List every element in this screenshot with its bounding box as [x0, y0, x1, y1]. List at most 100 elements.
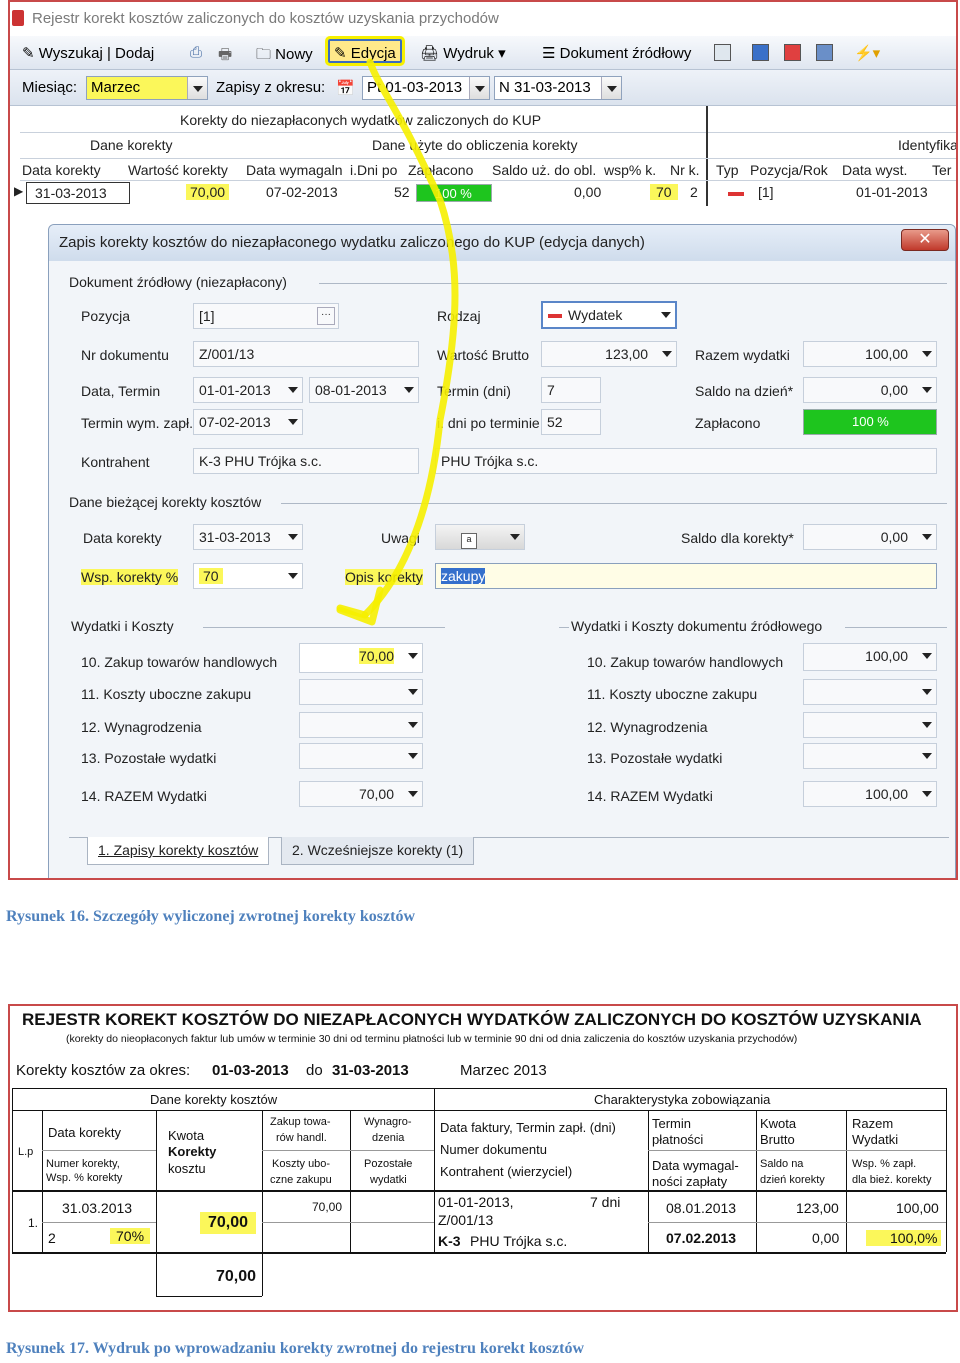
- chevron-down-icon[interactable]: [922, 351, 932, 362]
- termin-wym-field[interactable]: 07-02-2013: [193, 409, 303, 435]
- chevron-down-icon[interactable]: [408, 753, 418, 764]
- razem-field[interactable]: 100,00: [803, 341, 937, 367]
- chevron-down-icon[interactable]: [408, 653, 418, 664]
- col-wsp[interactable]: wsp% k.: [604, 162, 656, 178]
- uwagi-button[interactable]: a: [435, 524, 525, 550]
- chevron-down-icon[interactable]: [510, 534, 520, 545]
- dni-po-field[interactable]: 52: [541, 409, 601, 435]
- section-costs-src: Wydatki i Koszty dokumentu źródłowego: [571, 618, 823, 634]
- kontrahent-field[interactable]: K-3 PHU Trójka s.c.: [193, 448, 419, 474]
- cost-left-field[interactable]: 70,00: [299, 643, 423, 673]
- cost-right-field[interactable]: 100,00: [803, 781, 937, 807]
- chevron-down-icon[interactable]: [288, 419, 298, 430]
- col-typ[interactable]: Typ: [716, 162, 739, 178]
- chevron-down-icon[interactable]: [408, 722, 418, 733]
- wsp-field[interactable]: 70: [193, 563, 303, 589]
- period-to-select[interactable]: N 31-03-2013: [494, 76, 622, 100]
- chevron-down-icon[interactable]: [601, 77, 621, 99]
- col-ter[interactable]: Ter: [932, 162, 951, 178]
- row-date[interactable]: 31-03-2013: [26, 182, 130, 204]
- cost-left-field[interactable]: 70,00: [299, 781, 423, 807]
- new-button[interactable]: 🗀 Nowy: [252, 41, 317, 65]
- search-add-button[interactable]: ✎ Wyszukaj | Dodaj: [18, 41, 158, 65]
- cost-right-field[interactable]: [803, 712, 937, 738]
- uwagi-label: Uwagi: [381, 530, 420, 546]
- edit-button[interactable]: ✎ Edycja: [325, 36, 405, 66]
- toolbar: ✎ Wyszukaj | Dodaj ⎙ 🖶 🗀 Nowy ✎ Edycja 🖨…: [10, 36, 956, 70]
- chevron-down-icon[interactable]: [922, 653, 932, 664]
- chevron-down-icon[interactable]: [922, 791, 932, 802]
- month-select[interactable]: Marzec: [86, 76, 208, 100]
- blue-icon[interactable]: [752, 44, 769, 61]
- red-icon[interactable]: [784, 44, 801, 61]
- close-icon[interactable]: ✕: [918, 231, 931, 248]
- chevron-down-icon[interactable]: [408, 689, 418, 700]
- ellipsis-icon[interactable]: ···: [317, 307, 335, 325]
- target-icon[interactable]: [816, 44, 833, 61]
- chevron-down-icon[interactable]: [922, 753, 932, 764]
- r-kname: PHU Trójka s.c.: [470, 1233, 568, 1249]
- col-data-korekty[interactable]: Data korekty: [22, 162, 101, 178]
- rodzaj-select[interactable]: Wydatek: [541, 301, 677, 329]
- row-days[interactable]: 52: [394, 184, 410, 200]
- chevron-down-icon[interactable]: [288, 534, 298, 545]
- chevron-down-icon[interactable]: [922, 689, 932, 700]
- source-document-button[interactable]: ☰ Dokument źródłowy: [538, 41, 695, 65]
- chevron-down-icon[interactable]: [922, 534, 932, 545]
- cost-left-field[interactable]: [299, 743, 423, 769]
- close-button[interactable]: ✕: [901, 229, 949, 251]
- calendar-icon[interactable]: 📅: [336, 79, 355, 97]
- cost-left-field[interactable]: [299, 679, 423, 705]
- chevron-down-icon[interactable]: [288, 573, 298, 584]
- chevron-down-icon[interactable]: [187, 77, 207, 99]
- col-data-wyst[interactable]: Data wyst.: [842, 162, 907, 178]
- cost-right-field[interactable]: 100,00: [803, 643, 937, 671]
- row-pos[interactable]: [1]: [758, 184, 774, 200]
- kontrahent-name-field[interactable]: PHU Trójka s.c.: [435, 448, 937, 474]
- printer-icon[interactable]: 🖶: [214, 41, 236, 65]
- row-nr[interactable]: 2: [690, 184, 698, 200]
- termin-field[interactable]: 08-01-2013: [309, 377, 419, 403]
- lightning-icon[interactable]: ⚡▾: [850, 41, 884, 65]
- col-data-wym[interactable]: Data wymagaln: [246, 162, 343, 178]
- row-issued[interactable]: 01-01-2013: [856, 184, 928, 200]
- chevron-down-icon[interactable]: [922, 387, 932, 398]
- preview-icon[interactable]: ⎙: [186, 41, 206, 65]
- opis-field[interactable]: zakupy: [435, 563, 937, 589]
- chevron-down-icon[interactable]: [922, 722, 932, 733]
- col-pozycja[interactable]: Pozycja/Rok: [750, 162, 828, 178]
- row-due[interactable]: 07-02-2013: [266, 184, 338, 200]
- report-total: 70,00: [216, 1268, 257, 1285]
- tab-corrections[interactable]: 1. Zapisy korekty kosztów: [87, 837, 270, 865]
- chevron-down-icon[interactable]: [408, 791, 418, 802]
- print-button[interactable]: 🖨 Wydruk ▾: [416, 41, 510, 65]
- chevron-down-icon[interactable]: [469, 77, 489, 99]
- nrdok-field[interactable]: Z/001/13: [193, 341, 419, 367]
- saldo-korekty-field[interactable]: 0,00: [803, 524, 937, 550]
- data-korekty-field[interactable]: 31-03-2013: [193, 524, 303, 550]
- row-saldo[interactable]: 0,00: [574, 184, 601, 200]
- tab-earlier-corrections[interactable]: 2. Wcześniejsze korekty (1): [281, 837, 475, 865]
- chevron-down-icon[interactable]: [662, 351, 672, 362]
- close-doc-icon[interactable]: [714, 44, 731, 61]
- col-wartosc[interactable]: Wartość korekty: [128, 162, 228, 178]
- row-value[interactable]: 70,00: [186, 184, 230, 200]
- chevron-down-icon[interactable]: [288, 387, 298, 398]
- cost-left-field[interactable]: [299, 712, 423, 738]
- pozycja-field[interactable]: [1] ···: [193, 303, 339, 329]
- cost-right-field[interactable]: [803, 743, 937, 769]
- col-zaplacono[interactable]: Zapłacono: [408, 162, 473, 178]
- period-from-select[interactable]: Pt 01-03-2013: [362, 76, 490, 100]
- col-dni-po[interactable]: i.Dni po: [350, 162, 397, 178]
- data-field[interactable]: 01-01-2013: [193, 377, 303, 403]
- col-saldo[interactable]: Saldo uż. do obl.: [492, 162, 596, 178]
- chevron-down-icon[interactable]: [661, 312, 671, 323]
- cost-right-field[interactable]: [803, 679, 937, 705]
- row-wsp[interactable]: 70: [650, 184, 678, 200]
- chevron-down-icon[interactable]: [404, 387, 414, 398]
- brutto-field[interactable]: 123,00: [541, 341, 677, 367]
- col-nr[interactable]: Nr k.: [670, 162, 700, 178]
- saldo-dzien-field[interactable]: 0,00: [803, 377, 937, 403]
- termin-dni-field[interactable]: 7: [541, 377, 601, 403]
- window-title: Rejestr korekt kosztów zaliczonych do ko…: [32, 10, 499, 27]
